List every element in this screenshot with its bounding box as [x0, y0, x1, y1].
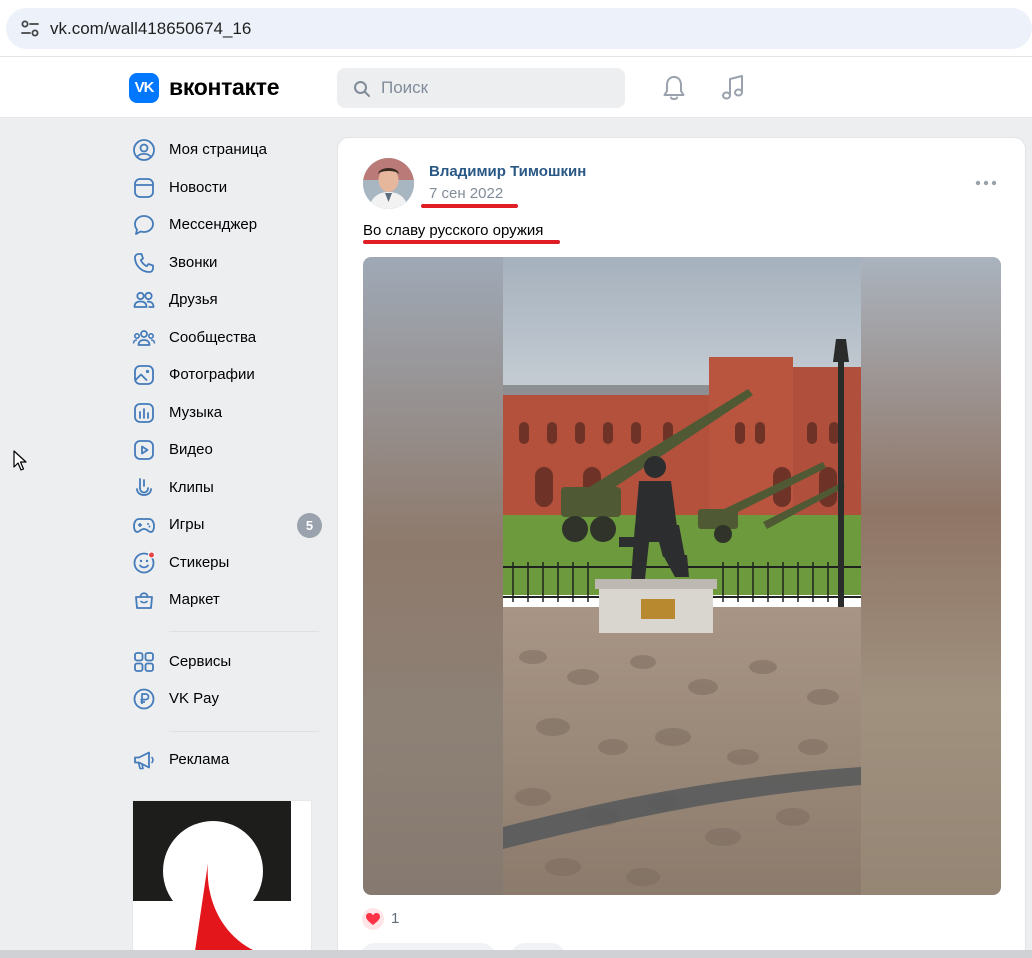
- sidebar-item-photos[interactable]: Фотографии: [128, 358, 326, 392]
- address-bar[interactable]: vk.com/wall418650674_16: [6, 8, 1032, 49]
- search-box[interactable]: [337, 68, 625, 108]
- sidebar-item-vk-pay[interactable]: VK Pay: [128, 682, 326, 716]
- sidebar-divider: [169, 631, 319, 632]
- sidebar-item-label: Клипы: [169, 479, 214, 496]
- sidebar-item-label: Фотографии: [169, 366, 255, 383]
- phone-icon: [134, 253, 154, 273]
- sidebar-item-games[interactable]: Игры 5: [128, 508, 326, 542]
- post-text: Во славу русского оружия: [363, 222, 544, 239]
- wall-post: Владимир Тимошкин 7 сен 2022 Во славу ру…: [337, 137, 1026, 958]
- sidebar-item-stickers[interactable]: Стикеры: [128, 546, 326, 580]
- sidebar-item-label: Сообщества: [169, 329, 257, 346]
- user-circle-icon: [133, 139, 155, 161]
- services-grid-icon: [134, 652, 154, 672]
- market-bag-icon: [135, 592, 153, 609]
- sidebar-item-ads[interactable]: Реклама: [128, 743, 326, 777]
- sidebar-item-communities[interactable]: Сообщества: [128, 321, 326, 355]
- sidebar-item-video[interactable]: Видео: [128, 433, 326, 467]
- sidebar-item-label: Музыка: [169, 404, 223, 421]
- sidebar-item-label: Моя страница: [169, 141, 267, 158]
- mouse-cursor-icon: [13, 450, 27, 471]
- sidebar-item-label: Маркет: [169, 591, 220, 608]
- sidebar-item-label: Видео: [169, 441, 213, 458]
- sidebar-item-label: VK Pay: [169, 690, 220, 707]
- browser-bottom-edge: [0, 950, 1032, 958]
- vk-header: VK вконтакте: [0, 57, 1032, 118]
- vk-brand-wordmark[interactable]: вконтакте: [169, 74, 280, 101]
- sidebar-item-messenger[interactable]: Мессенджер: [128, 208, 326, 242]
- search-icon: [354, 81, 370, 97]
- sidebar-item-label: Новости: [169, 179, 228, 196]
- clips-icon: [136, 478, 152, 496]
- stickers-icon: [133, 551, 155, 574]
- music-icon: [134, 403, 154, 423]
- post-author-name[interactable]: Владимир Тимошкин: [429, 163, 586, 180]
- author-avatar[interactable]: [363, 158, 414, 209]
- sidebar-item-news[interactable]: Новости: [128, 171, 326, 205]
- sidebar-item-friends[interactable]: Друзья: [128, 283, 326, 317]
- ad-banner-image: [133, 801, 311, 957]
- post-photo[interactable]: [363, 257, 1001, 895]
- sidebar-item-clips[interactable]: Клипы: [128, 471, 326, 505]
- more-options-icon[interactable]: [974, 178, 998, 188]
- sidebar-item-my-page[interactable]: Моя страница: [128, 133, 326, 167]
- browser-toolbar: vk.com/wall418650674_16: [0, 0, 1032, 57]
- music-player-icon[interactable]: [720, 74, 746, 102]
- sidebar-item-music[interactable]: Музыка: [128, 396, 326, 430]
- sidebar-item-label: Сервисы: [169, 653, 232, 670]
- megaphone-icon: [134, 751, 154, 770]
- site-info-icon[interactable]: [20, 20, 40, 38]
- communities-icon: [132, 330, 156, 346]
- search-input[interactable]: [381, 68, 611, 108]
- sidebar-ad-banner[interactable]: [132, 800, 312, 958]
- notifications-bell-icon[interactable]: [661, 74, 687, 102]
- sidebar-divider: [169, 731, 319, 732]
- sidebar-item-market[interactable]: Маркет: [128, 583, 326, 617]
- photos-icon: [134, 365, 154, 385]
- sidebar-item-label: Звонки: [169, 254, 218, 271]
- author-photo: [363, 158, 414, 209]
- sidebar-item-label: Стикеры: [169, 554, 230, 571]
- sidebar-item-services[interactable]: Сервисы: [128, 645, 326, 679]
- news-icon: [134, 178, 154, 198]
- video-icon: [134, 440, 154, 460]
- friends-icon: [133, 291, 155, 308]
- sidebar-item-label: Игры: [169, 516, 205, 533]
- like-heart-icon[interactable]: [362, 908, 384, 930]
- text-highlight-underline: [363, 240, 560, 244]
- post-date[interactable]: 7 сен 2022: [429, 185, 503, 202]
- sidebar-item-label: Мессенджер: [169, 216, 258, 233]
- games-count-badge: 5: [297, 513, 322, 538]
- vk-logo[interactable]: VK: [129, 73, 159, 103]
- sidebar-item-label: Реклама: [169, 751, 230, 768]
- sidebar-item-label: Друзья: [169, 291, 218, 308]
- vkpay-icon: [133, 688, 155, 710]
- sidebar-item-calls[interactable]: Звонки: [128, 246, 326, 280]
- monument-photo: [363, 257, 1001, 895]
- url-text[interactable]: vk.com/wall418650674_16: [50, 19, 251, 39]
- like-count: 1: [391, 910, 400, 927]
- date-highlight-underline: [421, 204, 518, 208]
- gamepad-icon: [133, 518, 155, 533]
- message-icon: [134, 215, 154, 235]
